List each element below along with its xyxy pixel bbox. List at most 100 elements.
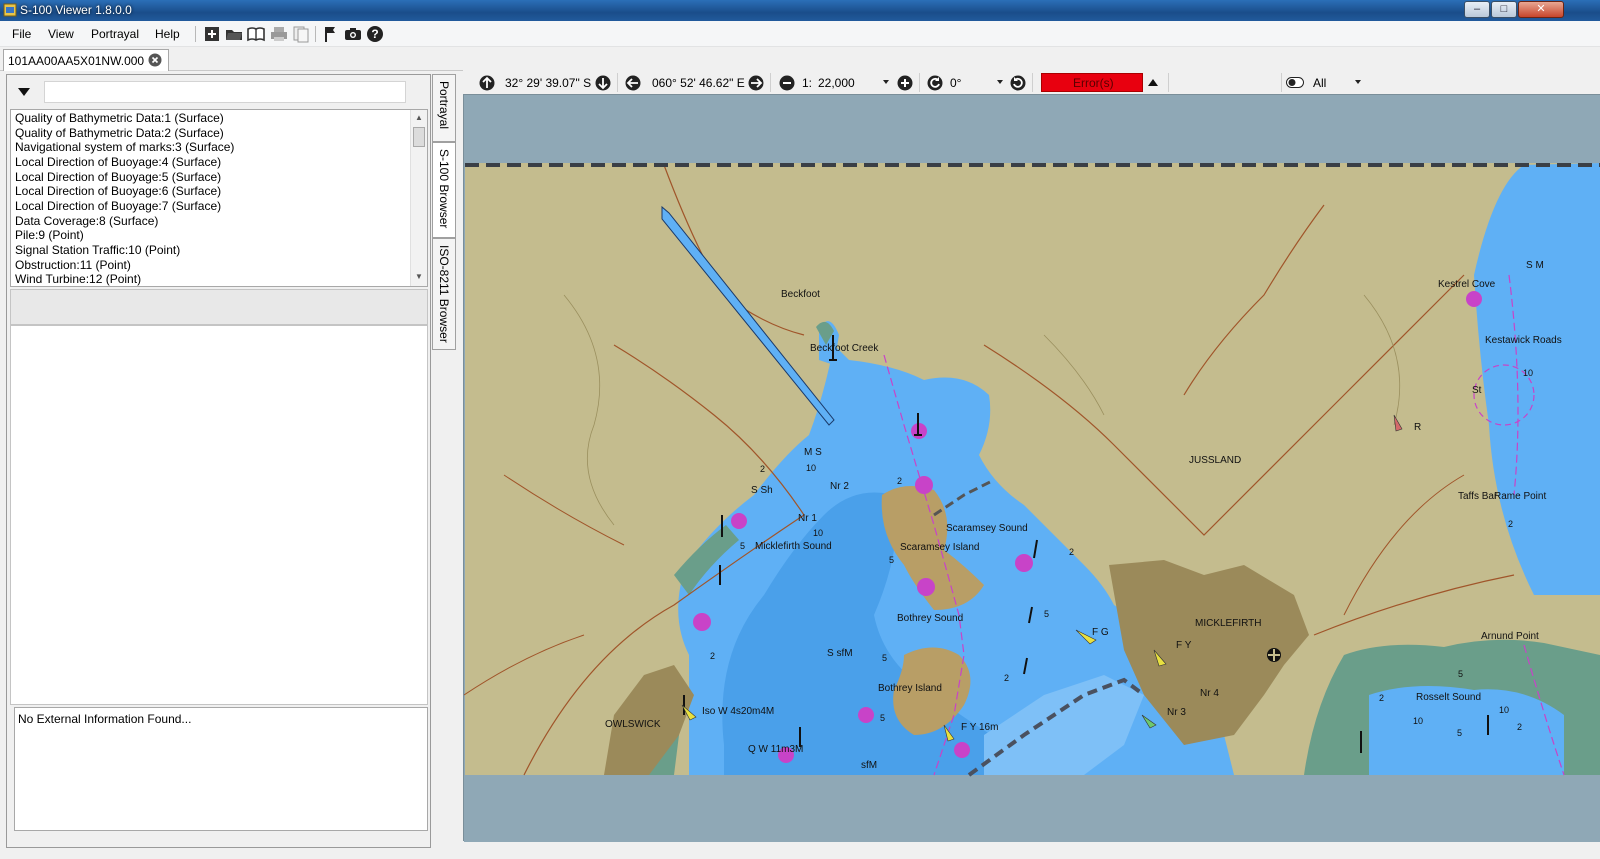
map-label: F Y — [1176, 640, 1192, 651]
map-label: Arnund Point — [1481, 631, 1539, 642]
map-label: Nr 4 — [1200, 688, 1219, 699]
map-label: Bothrey Island — [878, 683, 942, 694]
error-indicator[interactable]: Error(s) — [1041, 73, 1143, 92]
close-window-button[interactable]: ✕ — [1518, 1, 1564, 18]
menu-portrayal[interactable]: Portrayal — [91, 27, 139, 41]
menu-view[interactable]: View — [48, 27, 74, 41]
feature-list-scrollbar[interactable]: ▲ ▼ — [410, 110, 427, 286]
depth-label: 5 — [740, 541, 745, 551]
depth-label: 10 — [1413, 716, 1423, 726]
arrow-up-icon[interactable] — [479, 75, 495, 91]
buoy-symbol[interactable] — [731, 513, 747, 529]
list-item[interactable]: Quality of Bathymetric Data:1 (Surface) — [15, 111, 224, 125]
map-label: Micklefirth Sound — [755, 541, 832, 552]
depth-label: 5 — [1457, 728, 1462, 738]
toolbar-separator — [315, 26, 316, 42]
map-label: Rame Point — [1494, 491, 1546, 502]
attribute-table[interactable] — [10, 325, 428, 705]
error-label: Error(s) — [1073, 76, 1114, 90]
scale-combo[interactable]: 22,000 — [818, 76, 855, 90]
list-item[interactable]: Obstruction:11 (Point) — [15, 258, 131, 272]
list-item[interactable]: Navigational system of marks:3 (Surface) — [15, 140, 234, 154]
map-label: St — [1472, 385, 1482, 396]
buoy-symbol[interactable] — [858, 707, 874, 723]
map-label: MICKLEFIRTH — [1195, 618, 1262, 629]
tab-iso-browser[interactable]: ISO-8211 Browser — [432, 238, 456, 350]
feature-filter-input[interactable] — [44, 81, 406, 103]
feature-list[interactable]: Quality of Bathymetric Data:1 (Surface) … — [10, 109, 428, 287]
depth-label: 2 — [1508, 519, 1513, 529]
rotate-right-icon[interactable] — [1010, 75, 1026, 91]
chevron-down-icon[interactable] — [17, 86, 31, 98]
menu-help[interactable]: Help — [155, 27, 180, 41]
window-title-bar[interactable]: S-100 Viewer 1.8.0.0 – □ ✕ — [0, 0, 1600, 21]
buoy-symbol[interactable] — [917, 578, 935, 596]
chart-canvas[interactable]: Beckfoot Beckfoot Creek JUSSLAND Kestrel… — [464, 95, 1600, 842]
list-item[interactable]: Data Coverage:8 (Surface) — [15, 214, 158, 228]
zoom-out-icon[interactable] — [779, 75, 795, 91]
maximize-button[interactable]: □ — [1491, 1, 1517, 18]
toggle-icon[interactable] — [1286, 77, 1304, 88]
map-label: Bothrey Sound — [897, 613, 963, 624]
zoom-in-icon[interactable] — [897, 75, 913, 91]
rotation-combo[interactable]: 0° — [950, 76, 961, 90]
map-label: Beckfoot — [781, 289, 820, 300]
scroll-down-icon[interactable]: ▼ — [415, 272, 423, 281]
document-tab-bar: 101AA00AA5X01NW.000 — [0, 47, 1600, 71]
list-item[interactable]: Quality of Bathymetric Data:2 (Surface) — [15, 126, 224, 140]
add-dataset-icon[interactable] — [203, 25, 221, 43]
scale-dropdown-icon[interactable] — [883, 80, 889, 84]
toolbar-separator — [1032, 73, 1033, 92]
menu-file[interactable]: File — [12, 27, 31, 41]
list-item[interactable]: Signal Station Traffic:10 (Point) — [15, 243, 180, 257]
list-item[interactable]: Local Direction of Buoyage:7 (Surface) — [15, 199, 221, 213]
latitude-field[interactable]: 32° 29' 39.07" S — [505, 76, 591, 90]
map-label: Nr 2 — [830, 481, 849, 492]
arrow-left-icon[interactable] — [625, 75, 641, 91]
tab-s100-browser[interactable]: S-100 Browser — [432, 142, 456, 238]
help-icon[interactable]: ? — [366, 25, 384, 43]
depth-label: 5 — [1044, 609, 1049, 619]
list-item[interactable]: Wind Turbine:12 (Point) — [15, 272, 141, 286]
arrow-right-icon[interactable] — [748, 75, 764, 91]
buoy-symbol[interactable] — [954, 742, 970, 758]
buoy-symbol[interactable] — [1015, 554, 1033, 572]
filter-dropdown-icon[interactable] — [1355, 80, 1361, 84]
print-icon[interactable] — [270, 25, 288, 43]
document-tab[interactable]: 101AA00AA5X01NW.000 — [3, 49, 169, 71]
minimize-button[interactable]: – — [1464, 1, 1490, 18]
depth-label: 2 — [897, 476, 902, 486]
arrow-down-icon[interactable] — [595, 75, 611, 91]
buoy-symbol[interactable] — [1466, 291, 1482, 307]
depth-label: 10 — [1499, 705, 1509, 715]
feature-filter-row — [9, 77, 427, 107]
camera-icon[interactable] — [344, 25, 362, 43]
display-filter-combo[interactable]: All — [1313, 76, 1326, 90]
chevron-up-icon[interactable] — [1147, 77, 1159, 87]
close-tab-icon[interactable] — [148, 53, 162, 67]
rotation-dropdown-icon[interactable] — [997, 80, 1003, 84]
scrollbar-thumb[interactable] — [413, 127, 425, 147]
chart-map-view[interactable]: Beckfoot Beckfoot Creek JUSSLAND Kestrel… — [463, 94, 1600, 842]
buoy-symbol[interactable] — [693, 613, 711, 631]
depth-label: 10 — [1523, 368, 1533, 378]
document-tab-label: 101AA00AA5X01NW.000 — [8, 54, 145, 68]
rotate-left-icon[interactable] — [927, 75, 943, 91]
pages-icon[interactable] — [292, 25, 310, 43]
list-item[interactable]: Local Direction of Buoyage:4 (Surface) — [15, 155, 221, 169]
toolbar-separator — [617, 73, 618, 92]
catalogue-book-icon[interactable] — [247, 25, 265, 43]
list-item[interactable]: Local Direction of Buoyage:5 (Surface) — [15, 170, 221, 184]
open-folder-icon[interactable] — [225, 25, 243, 43]
buoy-symbol[interactable] — [915, 476, 933, 494]
scroll-up-icon[interactable]: ▲ — [415, 113, 423, 122]
map-label: M S — [804, 447, 822, 458]
map-label: Scaramsey Island — [900, 542, 979, 553]
list-item[interactable]: Pile:9 (Point) — [15, 228, 84, 242]
longitude-field[interactable]: 060° 52' 46.62" E — [652, 76, 745, 90]
svg-text:?: ? — [371, 27, 378, 41]
list-item[interactable]: Local Direction of Buoyage:6 (Surface) — [15, 184, 221, 198]
toolbar-separator — [195, 26, 196, 42]
flag-icon[interactable] — [321, 25, 339, 43]
tab-portrayal[interactable]: Portrayal — [432, 74, 456, 142]
